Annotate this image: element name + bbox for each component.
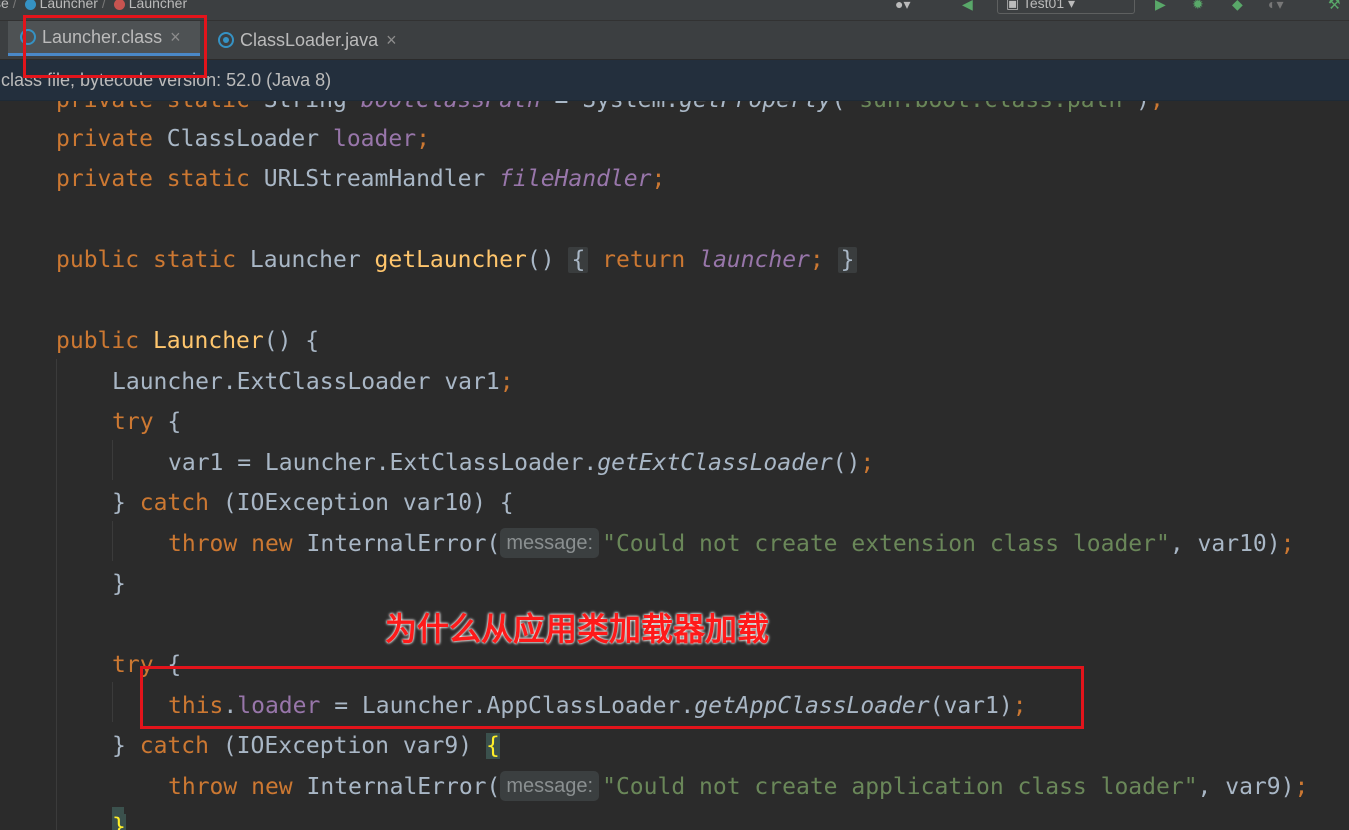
- code-line: private ClassLoader loader;: [56, 126, 430, 152]
- breadcrumb-item[interactable]: Launcher: [40, 0, 98, 11]
- debug-icon[interactable]: ✹: [1192, 0, 1204, 13]
- code-line: try {: [112, 409, 182, 435]
- build-icon[interactable]: ⚒: [1328, 0, 1341, 13]
- code-line: var1 = Launcher.ExtClassLoader.getExtCla…: [168, 450, 875, 476]
- tab-label: ClassLoader.java: [240, 29, 379, 50]
- close-icon[interactable]: ×: [386, 30, 397, 51]
- code-line: throw new InternalError(message: "Could n…: [168, 767, 1308, 807]
- coverage-icon[interactable]: ◆: [1232, 0, 1243, 13]
- code-line: }: [112, 571, 126, 597]
- breadcrumb: se /Launcher /Launcher: [0, 0, 187, 11]
- method-icon: [113, 0, 125, 10]
- user-icon[interactable]: ●▾: [895, 0, 910, 13]
- code-line: public static Launcher getLauncher() { r…: [56, 240, 858, 280]
- profile-icon[interactable]: ◐▾: [1268, 0, 1283, 13]
- java-file-icon: [218, 32, 234, 48]
- code-line: } catch (IOException var9) {: [112, 733, 500, 759]
- tab-classloader-java[interactable]: ClassLoader.java ×: [214, 21, 414, 59]
- run-icon[interactable]: ▶: [1155, 0, 1166, 13]
- code-line: Launcher.ExtClassLoader var1;: [112, 369, 514, 395]
- code-line: private static URLStreamHandler fileHand…: [56, 166, 666, 192]
- indent-guide: [112, 521, 113, 561]
- code-line: } catch (IOException var10) {: [112, 490, 514, 516]
- matched-brace: {: [485, 733, 500, 759]
- indent-guide: [112, 440, 113, 480]
- code-line: private static String bootClassPath = Sy…: [56, 101, 1164, 120]
- annotation-text: 为什么从应用类加载器加载: [385, 610, 770, 648]
- parameter-hint: message:: [500, 527, 600, 558]
- breadcrumb-item[interactable]: se: [0, 0, 9, 11]
- indent-guide: [112, 682, 113, 722]
- folded-region[interactable]: }: [837, 247, 858, 273]
- highlight-box-code: [140, 666, 1084, 729]
- run-config-select[interactable]: ▣ Test01 ▾: [997, 0, 1135, 14]
- matched-brace: }: [112, 814, 126, 830]
- parameter-hint: message:: [500, 770, 600, 801]
- code-line: throw new InternalError(message: "Could n…: [168, 524, 1294, 564]
- folded-region[interactable]: {: [568, 247, 589, 273]
- indent-guide: [56, 359, 57, 830]
- highlight-box-tab: [23, 15, 207, 78]
- breadcrumb-item[interactable]: Launcher: [129, 0, 187, 11]
- code-line: }: [112, 807, 126, 830]
- class-icon: [24, 0, 36, 10]
- back-arrow-icon[interactable]: ◀: [962, 0, 973, 13]
- code-line: public Launcher() {: [56, 328, 320, 354]
